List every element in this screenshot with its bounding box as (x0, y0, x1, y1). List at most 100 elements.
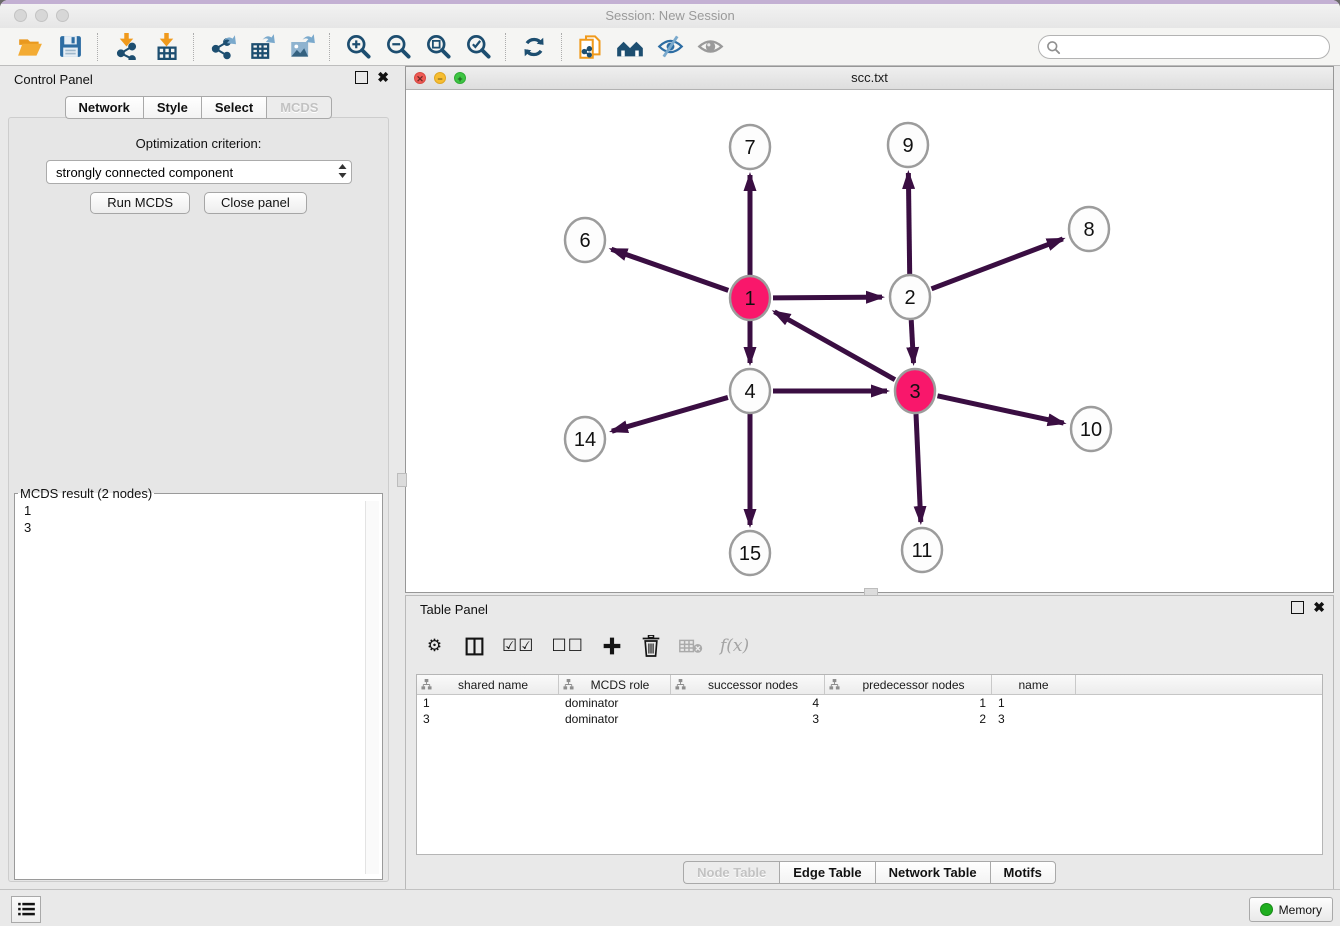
table-settings-button[interactable]: ⚙ (424, 634, 446, 658)
search-field[interactable] (1038, 35, 1330, 59)
graph-node-14[interactable]: 14 (565, 417, 605, 461)
table-cell[interactable]: dominator (559, 711, 671, 727)
unselect-all-columns-button[interactable]: ☐☐ (551, 634, 583, 658)
tab-style[interactable]: Style (143, 96, 201, 119)
graph-node-11[interactable]: 11 (902, 528, 942, 572)
add-column-button[interactable] (601, 634, 623, 658)
function-builder-button[interactable]: f(x) (720, 634, 749, 658)
delete-table-button[interactable] (679, 634, 703, 658)
close-panel-icon[interactable]: ✖ (377, 70, 389, 84)
graph-edge-1-6[interactable] (611, 249, 728, 290)
close-window-icon[interactable] (14, 9, 27, 22)
zoom-selected-button[interactable] (458, 30, 498, 64)
close-network-icon[interactable]: ✕ (414, 72, 426, 84)
import-table-button[interactable] (146, 30, 186, 64)
run-mcds-button[interactable]: Run MCDS (90, 192, 190, 214)
graph-node-8[interactable]: 8 (1069, 207, 1109, 251)
hide-selected-button[interactable] (650, 30, 690, 64)
minimize-window-icon[interactable] (35, 9, 48, 22)
network-canvas[interactable]: 7 9 6 8 1 2 4 3 14 10 15 11 (406, 89, 1333, 592)
maximize-network-icon[interactable]: + (454, 72, 466, 84)
table-cell[interactable]: 2 (825, 711, 992, 727)
maximize-window-icon[interactable] (56, 9, 69, 22)
graph-node-3[interactable]: 3 (895, 369, 935, 413)
column-header-predecessor-nodes[interactable]: predecessor nodes (825, 675, 992, 694)
column-header-name[interactable]: name (992, 675, 1076, 694)
column-header-MCDS-role[interactable]: MCDS role (559, 675, 671, 694)
graph-node-10[interactable]: 10 (1071, 407, 1111, 451)
mcds-result-area[interactable]: 1 3 (18, 501, 379, 874)
graph-node-4[interactable]: 4 (730, 369, 770, 413)
graph-edge-1-2[interactable] (773, 297, 882, 298)
zoom-fit-button[interactable] (418, 30, 458, 64)
graph-node-1[interactable]: 1 (730, 276, 770, 320)
table-cell[interactable]: 1 (992, 695, 1076, 711)
tab-edge-table[interactable]: Edge Table (779, 861, 874, 884)
table-cell[interactable]: dominator (559, 695, 671, 711)
zoom-fit-icon (425, 33, 452, 60)
close-panel-button[interactable]: Close panel (204, 192, 307, 214)
open-file-button[interactable] (10, 30, 50, 64)
export-table-button[interactable] (242, 30, 282, 64)
split-divider-grip[interactable] (397, 473, 407, 487)
table-cell[interactable]: 3 (671, 711, 825, 727)
graph-edge-3-10[interactable] (937, 396, 1063, 423)
graph-edge-2-8[interactable] (932, 239, 1063, 289)
tab-network-table[interactable]: Network Table (875, 861, 990, 884)
zoom-out-icon (385, 33, 412, 60)
network-window-titlebar[interactable]: ✕ − + scc.txt (406, 67, 1333, 90)
select-all-columns-button[interactable]: ☑☑ (502, 634, 534, 658)
table-cell[interactable]: 1 (417, 695, 559, 711)
float-table-panel-icon[interactable] (1291, 601, 1304, 614)
window-controls (14, 9, 69, 22)
graph-edge-3-11[interactable] (916, 414, 921, 522)
table-cell[interactable]: 4 (671, 695, 825, 711)
import-network-button[interactable] (106, 30, 146, 64)
result-scrollbar[interactable] (365, 501, 379, 874)
tab-network[interactable]: Network (65, 96, 143, 119)
show-all-button[interactable] (690, 30, 730, 64)
save-session-button[interactable] (50, 30, 90, 64)
table-cell[interactable]: 3 (417, 711, 559, 727)
search-input[interactable] (1065, 37, 1323, 59)
delete-column-button[interactable] (640, 634, 662, 658)
show-columns-button[interactable] (463, 634, 485, 658)
graph-edge-2-3[interactable] (911, 320, 913, 363)
titlebar[interactable]: Session: New Session (0, 4, 1340, 28)
column-header-label: successor nodes (686, 678, 820, 692)
task-history-button[interactable] (11, 896, 41, 923)
tab-mcds[interactable]: MCDS (266, 96, 332, 119)
graph-node-9[interactable]: 9 (888, 123, 928, 167)
zoom-in-button[interactable] (338, 30, 378, 64)
minimize-network-icon[interactable]: − (434, 72, 446, 84)
tab-node-table[interactable]: Node Table (683, 861, 779, 884)
export-image-button[interactable] (282, 30, 322, 64)
close-table-panel-icon[interactable]: ✖ (1313, 600, 1325, 614)
table-cell[interactable]: 1 (825, 695, 992, 711)
tab-motifs[interactable]: Motifs (990, 861, 1056, 884)
table-cell[interactable]: 3 (992, 711, 1076, 727)
graph-node-2[interactable]: 2 (890, 275, 930, 319)
apply-layout-button[interactable] (514, 30, 554, 64)
graph-edge-2-9[interactable] (908, 173, 909, 274)
float-panel-icon[interactable] (355, 71, 368, 84)
memory-button[interactable]: Memory (1249, 897, 1333, 922)
graph-edge-4-14[interactable] (612, 397, 728, 431)
graph-node-label: 8 (1083, 219, 1094, 241)
graph-edge-3-1[interactable] (774, 312, 895, 380)
table-row[interactable]: 3dominator323 (417, 711, 1322, 727)
columns-icon (464, 636, 485, 657)
graph-node-15[interactable]: 15 (730, 531, 770, 575)
graph-node-7[interactable]: 7 (730, 125, 770, 169)
table-row[interactable]: 1dominator411 (417, 695, 1322, 711)
zoom-out-button[interactable] (378, 30, 418, 64)
first-neighbors-button[interactable] (610, 30, 650, 64)
column-header-shared-name[interactable]: shared name (417, 675, 559, 694)
graph-node-6[interactable]: 6 (565, 218, 605, 262)
application-window: Session: New Session (0, 0, 1340, 926)
optimization-criterion-select[interactable]: strongly connected component (46, 160, 352, 184)
export-network-button[interactable] (202, 30, 242, 64)
duplicate-network-button[interactable] (570, 30, 610, 64)
column-header-successor-nodes[interactable]: successor nodes (671, 675, 825, 694)
tab-select[interactable]: Select (201, 96, 266, 119)
